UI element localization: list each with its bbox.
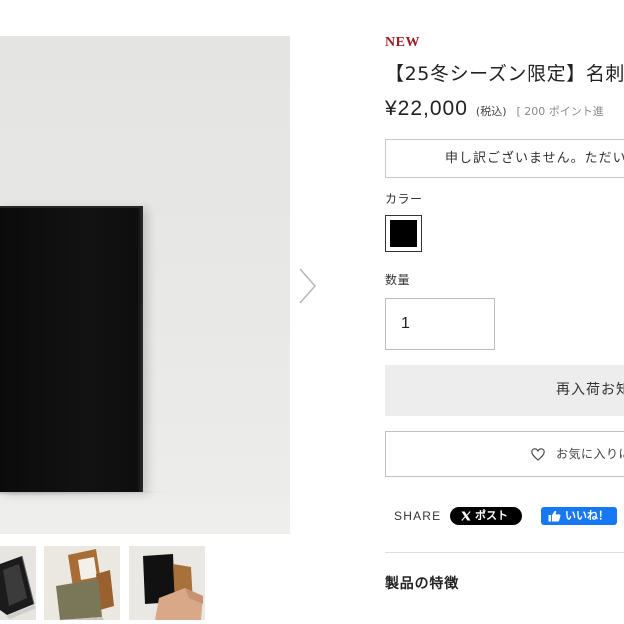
x-post-label: ポスト [475,509,508,522]
price-row: ¥22,000 (税込) [ 200 ポイント進 [385,97,624,123]
x-post-button[interactable]: ポスト [450,507,522,525]
new-badge: NEW [385,35,420,50]
product-thumbnail[interactable] [44,546,120,620]
x-logo-icon [461,511,471,521]
thumbnail-image [44,546,120,620]
points-label: [ 200 ポイント進 [516,105,604,118]
restock-notify-button[interactable]: 再入荷お知 [385,365,624,416]
color-swatch[interactable] [385,215,422,252]
product-title: 【25冬シーズン限定】名刺 [385,63,624,85]
product-page: NEW 【25冬シーズン限定】名刺 ¥22,000 (税込) [ 200 ポイン… [0,0,624,624]
facebook-like-label: いいね！ [565,509,609,522]
quantity-label: 数量 [385,273,411,287]
product-thumbnail[interactable] [129,546,205,620]
share-row: SHARE ポスト いいね！ [385,507,624,525]
thumbnail-image [129,546,205,620]
add-to-favorites-button[interactable]: お気に入りに [385,431,624,477]
product-thumbnail[interactable] [0,546,36,620]
share-label: SHARE [394,509,442,523]
section-divider [385,552,624,553]
chevron-right-icon [299,268,317,304]
thumbnail-image [0,546,36,620]
color-swatch-chip [390,220,417,247]
color-label: カラー [385,192,423,206]
quantity-input[interactable] [385,298,495,350]
next-image-button[interactable] [296,267,318,305]
card-case-photo [0,206,143,492]
favorite-label: お気に入りに [556,447,624,461]
thumbs-up-icon [548,510,561,522]
heart-icon [531,448,545,461]
product-info-panel: NEW 【25冬シーズン限定】名刺 ¥22,000 (税込) [ 200 ポイン… [385,0,624,624]
facebook-like-button[interactable]: いいね！ [541,507,617,525]
stock-notice: 申し訳ございません。ただいま [385,139,624,178]
tax-label: (税込) [475,105,507,118]
product-price: ¥22,000 [385,97,468,120]
product-main-image[interactable] [0,36,290,534]
features-heading: 製品の特徴 [385,576,459,592]
